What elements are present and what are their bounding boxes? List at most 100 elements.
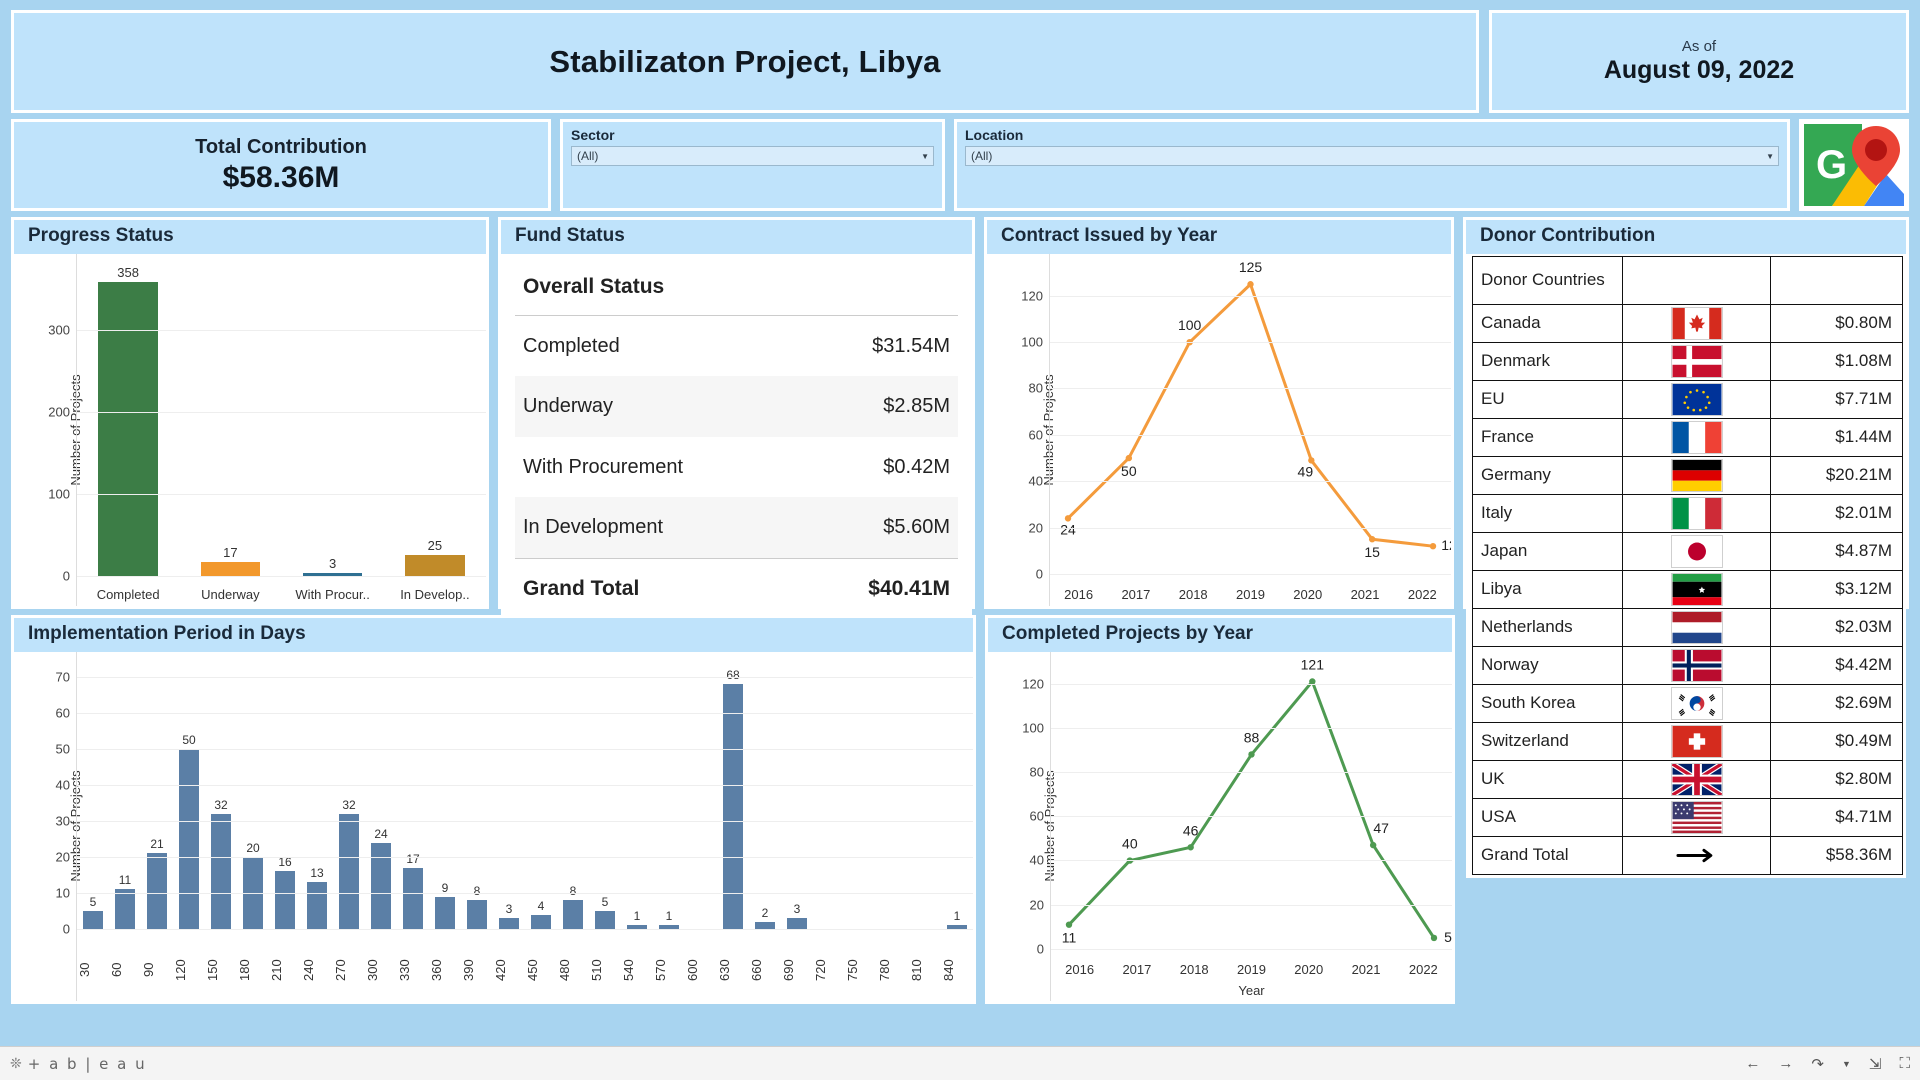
data-point[interactable] xyxy=(1247,280,1254,288)
bar[interactable] xyxy=(210,813,232,929)
table-row[interactable]: France $1.44M xyxy=(1472,417,1903,457)
bar[interactable] xyxy=(405,555,465,576)
forward-arrow-icon[interactable]: → xyxy=(1778,1055,1793,1072)
bar[interactable] xyxy=(530,914,552,929)
bar-item[interactable]: 358 xyxy=(77,264,179,576)
bar-item[interactable]: 3 xyxy=(493,666,525,929)
location-filter-select[interactable]: (All) ▼ xyxy=(965,146,1779,166)
bar[interactable] xyxy=(178,748,200,929)
bar[interactable] xyxy=(370,842,392,929)
data-point[interactable] xyxy=(1065,921,1073,928)
bar-item[interactable] xyxy=(813,666,845,929)
bar-item[interactable]: 16 xyxy=(269,666,301,929)
table-row[interactable]: Germany $20.21M xyxy=(1472,455,1903,495)
table-row[interactable]: Italy $2.01M xyxy=(1472,493,1903,533)
dashboard-title-panel: Stabilizaton Project, Libya xyxy=(11,10,1479,113)
bar[interactable] xyxy=(562,900,584,929)
bar-item[interactable]: 5 xyxy=(77,666,109,929)
x-axis-tick: 2016 xyxy=(1064,587,1094,602)
contract-issued-chart[interactable]: Number of Projects 0 20 40 60 80 100 120 24 50 1… xyxy=(987,253,1451,606)
sector-filter-select[interactable]: (All) ▼ xyxy=(571,146,934,166)
y-axis-tick: 20 xyxy=(1029,897,1044,913)
bar[interactable] xyxy=(338,813,360,929)
data-point[interactable] xyxy=(1369,841,1377,849)
table-row[interactable]: Libya $3.12M xyxy=(1472,569,1903,609)
bar-item[interactable]: 17 xyxy=(179,264,281,576)
bar-item[interactable]: 68 xyxy=(717,666,749,929)
chevron-down-icon[interactable]: ▼ xyxy=(921,152,929,161)
implementation-period-chart[interactable]: Number of Projects 0 10 20 30 40 50 60 70 5 11 21… xyxy=(14,651,973,1001)
data-point[interactable] xyxy=(1430,934,1438,942)
bar[interactable] xyxy=(594,911,616,929)
table-row[interactable]: Japan $4.87M xyxy=(1472,531,1903,571)
bar[interactable] xyxy=(434,896,456,929)
bar[interactable] xyxy=(98,282,158,576)
data-point[interactable] xyxy=(1429,542,1437,550)
donor-countries-header: Donor Countries xyxy=(1472,255,1623,305)
y-axis-tick: 100 xyxy=(1022,720,1044,736)
share-icon[interactable]: ⇲ xyxy=(1869,1055,1882,1073)
as-of-label: As of xyxy=(1681,38,1717,55)
chevron-down-icon[interactable]: ▼ xyxy=(1766,152,1774,161)
bar-item[interactable]: 5 xyxy=(589,666,621,929)
bar-item[interactable]: 8 xyxy=(557,666,589,929)
table-row[interactable]: EU $7.71M xyxy=(1472,379,1903,419)
bar-item[interactable]: 4 xyxy=(525,666,557,929)
bar[interactable] xyxy=(786,918,808,929)
map-thumbnail[interactable]: G xyxy=(1799,119,1909,211)
revert-icon[interactable]: ↷ xyxy=(1811,1055,1824,1073)
progress-status-plot: 358 17 3 25 Completed Underway With Procur.. I… xyxy=(76,253,486,606)
bar-item[interactable]: 8 xyxy=(461,666,493,929)
bar[interactable] xyxy=(146,853,168,929)
bar-item[interactable]: 24 xyxy=(365,666,397,929)
chevron-down-icon[interactable]: ▼ xyxy=(1842,1059,1851,1069)
bar-item[interactable]: 1 xyxy=(653,666,685,929)
bar-item[interactable] xyxy=(685,666,717,929)
bar[interactable] xyxy=(498,918,520,929)
bar-item[interactable]: 2 xyxy=(749,666,781,929)
back-arrow-icon[interactable]: ← xyxy=(1745,1055,1760,1072)
fund-status-row[interactable]: Overall Status xyxy=(515,260,958,316)
bar[interactable] xyxy=(306,882,328,929)
progress-status-chart[interactable]: Number of Projects 0 100 200 300 358 17 3 25 C… xyxy=(14,253,486,606)
bar-item[interactable]: 17 xyxy=(397,666,429,929)
bar[interactable] xyxy=(82,911,104,929)
fullscreen-icon[interactable]: ⛶ xyxy=(1899,1055,1910,1072)
bar-item[interactable]: 50 xyxy=(173,666,205,929)
bar-item[interactable]: 32 xyxy=(333,666,365,929)
bar-item[interactable] xyxy=(845,666,877,929)
data-point-label: 88 xyxy=(1244,729,1260,745)
bar-item[interactable]: 1 xyxy=(621,666,653,929)
fund-status-row[interactable]: Completed $31.54M xyxy=(515,316,958,377)
completed-projects-chart[interactable]: Number of Projects 0 20 40 60 80 100 120 11 40 4… xyxy=(988,651,1452,1001)
bar[interactable] xyxy=(200,562,261,576)
data-point[interactable] xyxy=(1187,843,1194,851)
data-point[interactable] xyxy=(1368,535,1376,543)
fund-status-value: $2.85M xyxy=(883,395,950,418)
table-row[interactable]: Denmark $1.08M xyxy=(1472,341,1903,381)
bar-item[interactable]: 3 xyxy=(781,666,813,929)
bar-item[interactable] xyxy=(909,666,941,929)
bar-item[interactable]: 13 xyxy=(301,666,333,929)
data-point[interactable] xyxy=(1125,454,1133,462)
bar[interactable] xyxy=(274,871,296,929)
bar-item[interactable]: 3 xyxy=(282,264,384,576)
bar[interactable] xyxy=(402,867,424,929)
fund-status-row[interactable]: In Development $5.60M xyxy=(515,497,958,558)
table-row[interactable]: Canada $0.80M xyxy=(1472,303,1903,343)
bar-item[interactable] xyxy=(877,666,909,929)
bar-item[interactable]: 11 xyxy=(109,666,141,929)
data-point[interactable] xyxy=(1248,751,1255,758)
bar[interactable] xyxy=(114,889,136,929)
bar-item[interactable]: 20 xyxy=(237,666,269,929)
bar-item[interactable]: 32 xyxy=(205,666,237,929)
gridline xyxy=(77,820,973,822)
bar[interactable] xyxy=(466,900,488,929)
bar-item[interactable]: 9 xyxy=(429,666,461,929)
bar-item[interactable]: 25 xyxy=(384,264,486,576)
bar-item[interactable]: 1 xyxy=(941,666,973,929)
data-point-label: 40 xyxy=(1122,835,1138,851)
fund-status-row[interactable]: Underway $2.85M xyxy=(515,376,958,437)
bar-item[interactable]: 21 xyxy=(141,666,173,929)
fund-status-row[interactable]: With Procurement $0.42M xyxy=(515,437,958,498)
